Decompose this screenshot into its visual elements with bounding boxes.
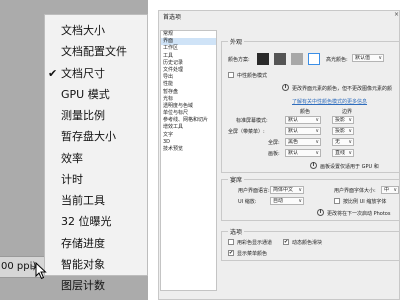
ui-color-note: 更改界面元素的颜色，但不更改图像元素的颜 (292, 86, 393, 92)
artboard-color-select[interactable]: 默认 (285, 149, 321, 157)
checkmark-icon: ✔ (48, 66, 58, 80)
menu-item-label: 32 位曝光 (61, 215, 112, 229)
menu-colors-checkbox[interactable]: ✔ (228, 250, 234, 256)
channels-color-label: 用彩色显示通道 (237, 240, 273, 246)
channels-color-checkbox[interactable] (228, 239, 234, 245)
scale-font-label: 按比例 UI 缩放字体 (343, 199, 387, 205)
preferences-nav: 常规 界面 工作区 工具 历史记录 文件处理 导出 性能 暂存盘 光标 透明度与色域 单位与标尺 参考线… (160, 30, 217, 291)
fullscreen-menu-color-select[interactable]: 默认 (285, 127, 321, 135)
info-icon: i (282, 84, 289, 91)
fullscreen-label: 全屏: (268, 140, 280, 146)
menu-item[interactable]: 文档大小 (45, 20, 147, 41)
appearance-legend: 外观 (228, 37, 245, 46)
appearance-group: 外观 颜色方案: 高光颜色: 默认值 中性颜色模式 i 更改界面元素的颜色，但不… (221, 37, 400, 173)
ui-language-select[interactable]: 简体中文 (270, 186, 304, 194)
menu-item[interactable]: 当前工具 (45, 190, 147, 211)
mouse-cursor-icon (35, 262, 47, 280)
menu-item[interactable]: 文档配置文件 (45, 41, 147, 62)
learn-more-link[interactable]: 了解有关中性颜色模式的更多信息 (292, 98, 367, 105)
nav-item[interactable]: 性能 (161, 81, 216, 88)
nav-item[interactable]: 历史记录 (161, 60, 216, 67)
neutral-color-checkbox[interactable] (228, 72, 234, 78)
nav-item[interactable]: 文字 (161, 132, 216, 139)
menu-item-label: 当前工具 (61, 194, 105, 207)
text-group: 宴席 用户界面语言: 简体中文 用户界面字体大小: 中 UI 缩放: 自动 按比… (221, 175, 400, 221)
menu-item-label: 计时 (61, 172, 83, 186)
nav-item[interactable]: 增效工具 (161, 124, 216, 131)
dynamic-sliders-checkbox[interactable]: ✔ (283, 239, 289, 245)
color-column-header: 颜色 (300, 109, 311, 115)
scale-font-checkbox[interactable] (334, 198, 340, 204)
nav-item[interactable]: 透明度与色域 (161, 103, 216, 110)
ui-scaling-label: UI 缩放: (238, 199, 257, 205)
ui-scaling-select[interactable]: 自动 (270, 197, 304, 205)
standard-screen-label: 标准屏幕模式: (236, 118, 268, 124)
nav-item[interactable]: 常规 (161, 31, 216, 38)
menu-item[interactable]: 32 位曝光 (45, 211, 147, 232)
standard-screen-border-select[interactable]: 投影 (332, 116, 354, 124)
highlight-color-label: 高光颜色: (326, 57, 348, 63)
menu-item[interactable]: 智能对象 (45, 254, 147, 275)
neutral-color-label: 中性颜色模式 (237, 73, 268, 79)
ui-font-size-select[interactable]: 中 (381, 186, 399, 194)
menu-item-label: 存储进度 (61, 236, 105, 250)
info-icon: i (317, 209, 324, 216)
close-icon[interactable]: × (394, 11, 399, 18)
color-scheme-swatch-3[interactable] (291, 53, 303, 65)
ui-language-label: 用户界面语言: (238, 188, 270, 194)
dialog-title: 首选项 (163, 14, 182, 21)
menu-item[interactable]: 测量比例 (45, 105, 147, 126)
color-scheme-swatch-1[interactable] (257, 53, 269, 65)
color-scheme-label: 颜色方案: (228, 57, 250, 63)
nav-item[interactable]: 光标 (161, 96, 216, 103)
menu-item-label: 效率 (61, 151, 83, 165)
nav-item[interactable]: 技术预览 (161, 146, 216, 153)
info-icon: i (310, 162, 317, 169)
preferences-dialog: 首选项 × 常规 界面 工作区 工具 历史记录 文件处理 导出 性能 暂存盘 光标 透明度与色域 单位… (158, 10, 400, 300)
menu-item-label: 暂存盘大小 (61, 130, 116, 144)
menu-item-label: 图层计数 (61, 279, 105, 292)
menu-item-label: GPU 模式 (61, 87, 110, 101)
status-info-menu: 文档大小 文档配置文件 ✔ 文档尺寸 GPU 模式 测量比例 暂存盘大小 效率 计时 当前工具 32… (44, 14, 148, 292)
menu-item-label: 文档尺寸 (61, 66, 105, 80)
menu-item[interactable]: 图层计数 (45, 275, 147, 296)
artboard-gpu-note: 画板设置仅适用于 GPU 和 (320, 164, 379, 170)
options-group: 选项 用彩色显示通道 ✔ 动态颜色滑块 ✔ 显示菜单颜色 (221, 227, 400, 261)
nav-item[interactable]: 暂存盘 (161, 89, 216, 96)
menu-item[interactable]: 存储进度 (45, 233, 147, 254)
color-scheme-swatch-2[interactable] (274, 53, 286, 65)
color-scheme-swatch-4[interactable] (308, 53, 320, 65)
dynamic-sliders-label: 动态颜色滑块 (292, 240, 323, 246)
menu-item[interactable]: 计时 (45, 169, 147, 190)
standard-screen-color-select[interactable]: 默认 (285, 116, 321, 124)
ui-font-size-label: 用户界面字体大小: (334, 188, 376, 194)
menu-item-label: 文档配置文件 (61, 45, 127, 59)
fullscreen-menu-border-select[interactable]: 投影 (332, 127, 354, 135)
options-legend: 选项 (228, 227, 245, 236)
menu-item[interactable]: 暂存盘大小 (45, 126, 147, 147)
fullscreen-color-select[interactable]: 黑色 (285, 138, 321, 146)
artboard-label: 画板: (268, 151, 280, 157)
restart-note: 更改将在下一次启动 Photos (327, 211, 391, 217)
menu-item[interactable]: GPU 模式 (45, 84, 147, 105)
nav-item[interactable]: 3D (161, 139, 216, 146)
fullscreen-menu-label: 全屏（带菜单）: (228, 129, 265, 135)
menu-item-label: 文档大小 (61, 24, 105, 37)
menu-item-label: 智能对象 (61, 257, 105, 271)
menu-item[interactable]: 效率 (45, 148, 147, 169)
text-legend: 宴席 (228, 175, 245, 184)
menu-colors-label: 显示菜单颜色 (237, 251, 268, 257)
border-column-header: 边界 (342, 109, 353, 115)
menu-item[interactable]: ✔ 文档尺寸 (45, 63, 147, 84)
nav-item[interactable]: 工具 (161, 53, 216, 60)
highlight-color-select[interactable]: 默认值 (352, 54, 384, 62)
nav-item[interactable]: 工作区 (161, 45, 216, 52)
artboard-border-select[interactable]: 直线 (332, 149, 354, 157)
menu-item-label: 测量比例 (61, 109, 105, 122)
fullscreen-border-select[interactable]: 无 (332, 138, 354, 146)
